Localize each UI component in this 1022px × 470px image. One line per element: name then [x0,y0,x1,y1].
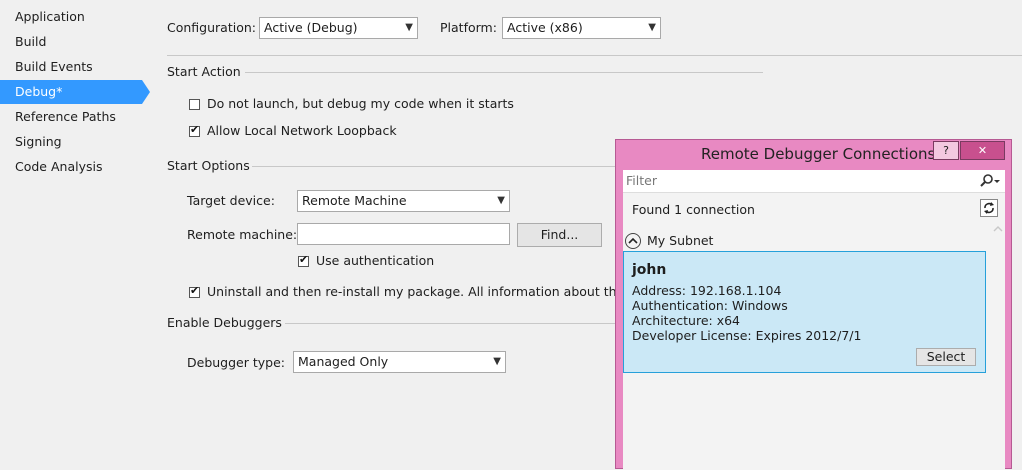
sidebar-item-application[interactable]: Application [0,5,142,29]
section-divider [245,72,763,73]
uninstall-checkbox[interactable]: ✔ [189,284,200,298]
dropdown-arrow-icon: ▼ [648,22,656,33]
debugger-type-label: Debugger type: [187,355,285,370]
checkmark-icon: ✔ [299,253,309,266]
use-authentication-label: Use authentication [316,253,435,268]
selection-arrow-icon [142,80,150,104]
filter-input[interactable]: Filter [623,170,1005,193]
sidebar-item-code-analysis[interactable]: Code Analysis [0,155,142,179]
target-device-label: Target device: [187,193,275,208]
configuration-value: Active (Debug) [264,20,358,35]
select-button[interactable]: Select [916,348,976,366]
platform-select[interactable]: Active (x86) ▼ [502,17,661,39]
do-not-launch-label: Do not launch, but debug my code when it… [207,96,514,111]
use-authentication-checkbox[interactable]: ✔ [298,253,309,267]
enable-debuggers-header: Enable Debuggers [167,315,282,330]
do-not-launch-checkbox[interactable] [189,99,200,110]
scrollbar[interactable] [991,222,1005,470]
group-label: My Subnet [647,233,714,248]
dialog-body: Filter Found 1 connection My Subnet john… [623,170,1005,470]
connection-license: Developer License: Expires 2012/7/1 [632,328,862,343]
configuration-label: Configuration: [167,20,256,35]
section-divider [285,323,615,324]
uninstall-label: Uninstall and then re-install my package… [207,284,615,299]
target-device-value: Remote Machine [302,193,407,208]
platform-value: Active (x86) [507,20,583,35]
connection-card[interactable]: john Address: 192.168.1.104 Authenticati… [623,251,986,373]
refresh-button[interactable] [980,199,998,217]
close-button[interactable]: ✕ [960,141,1005,160]
dropdown-arrow-icon: ▼ [497,195,505,206]
collapse-group-button[interactable] [625,233,641,249]
filter-placeholder: Filter [626,173,657,188]
scroll-up-icon[interactable] [991,224,1005,234]
sidebar-item-signing[interactable]: Signing [0,130,142,154]
platform-label: Platform: [440,20,497,35]
sidebar-item-build[interactable]: Build [0,30,142,54]
help-button[interactable]: ? [933,141,959,160]
connection-authentication: Authentication: Windows [632,298,788,313]
target-device-select[interactable]: Remote Machine ▼ [297,190,510,212]
remote-machine-label: Remote machine: [187,227,298,242]
search-icon[interactable] [979,174,1001,188]
connection-name: john [632,262,667,278]
configuration-select[interactable]: Active (Debug) ▼ [259,17,418,39]
section-divider [252,166,615,167]
checkmark-icon: ✔ [190,284,200,297]
connection-address: Address: 192.168.1.104 [632,283,782,298]
sidebar-item-debug[interactable]: Debug* [0,80,150,104]
find-button[interactable]: Find... [517,223,602,247]
config-divider [167,55,1022,56]
dropdown-arrow-icon: ▼ [493,356,501,367]
found-connections-text: Found 1 connection [632,202,755,217]
loopback-checkbox[interactable]: ✔ [189,123,200,137]
loopback-label: Allow Local Network Loopback [207,123,397,138]
debugger-type-select[interactable]: Managed Only ▼ [293,351,506,373]
remote-debugger-dialog: Remote Debugger Connections ? ✕ Filter F… [615,139,1012,470]
refresh-icon [984,202,994,214]
checkmark-icon: ✔ [190,123,200,136]
remote-machine-input[interactable] [297,223,510,245]
sidebar-item-reference-paths[interactable]: Reference Paths [0,105,142,129]
debugger-type-value: Managed Only [298,354,389,369]
start-options-header: Start Options [167,158,250,173]
sidebar-item-label: Debug* [15,84,63,99]
dropdown-arrow-icon: ▼ [405,22,413,33]
start-action-header: Start Action [167,64,241,79]
dialog-title: Remote Debugger Connections [701,145,936,163]
sidebar-item-build-events[interactable]: Build Events [0,55,142,79]
connection-architecture: Architecture: x64 [632,313,741,328]
collapse-icon [628,237,638,244]
